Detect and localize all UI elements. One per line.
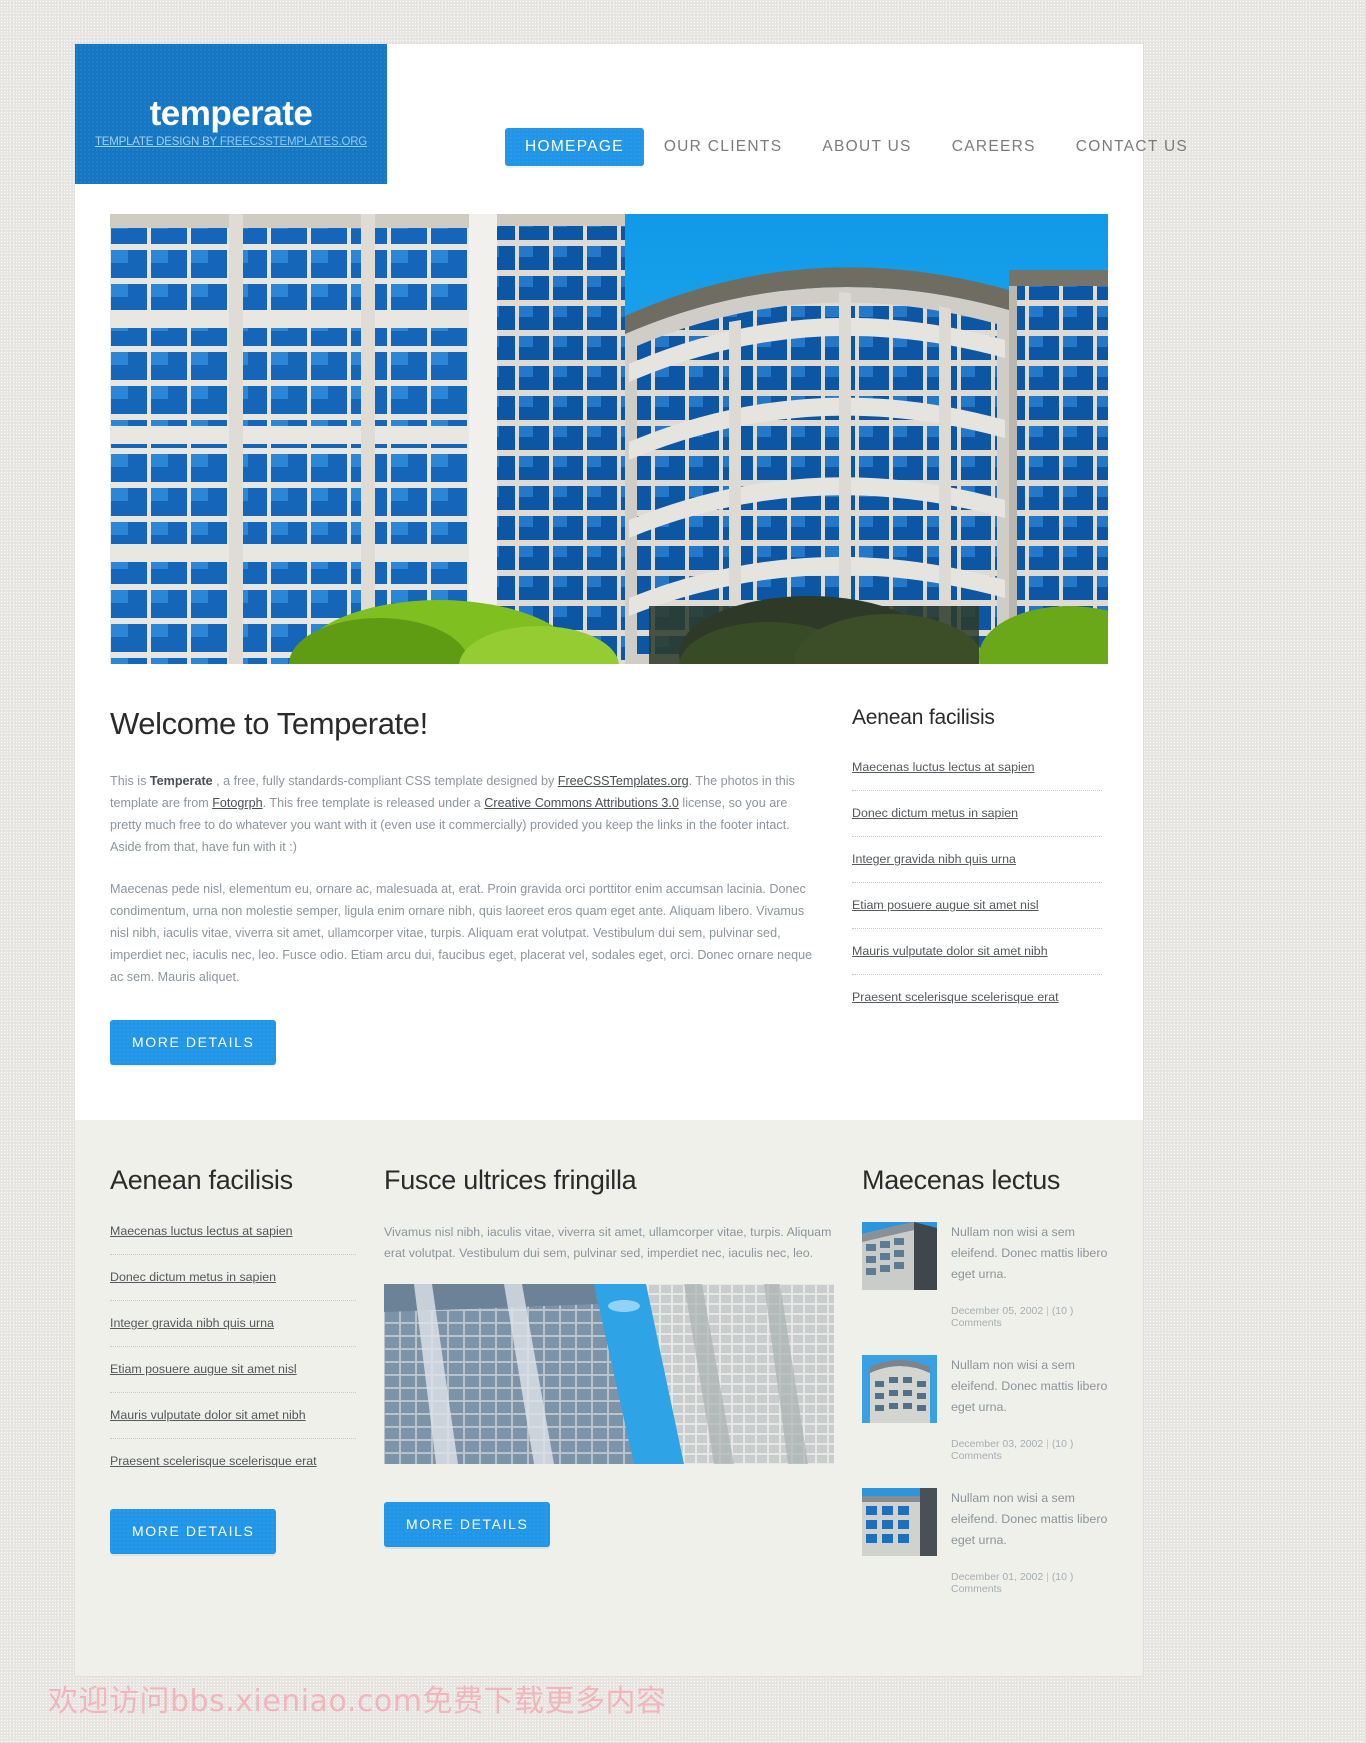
logo-tagline-link[interactable]: FREECSSTEMPLATES.ORG [220, 136, 367, 148]
nav-item-contact-us[interactable]: CONTACT US [1056, 128, 1208, 166]
news-body: Nullam non wisi a sem eleifend. Donec ma… [951, 1488, 1108, 1595]
page-main-area: Welcome to Temperate! This is Temperate … [75, 664, 1143, 1120]
intro-text-a: This is [110, 774, 150, 788]
news-text: Nullam non wisi a sem eleifend. Donec ma… [951, 1358, 1108, 1414]
page-title: Welcome to Temperate! [110, 706, 428, 741]
site-header: temperate TEMPLATE DESIGN BY FREECSSTEMP… [75, 44, 1187, 184]
logo-tagline-prefix: TEMPLATE DESIGN BY [94, 136, 220, 148]
watermark-text: 欢迎访问bbs.xieniao.com免费下载更多内容 [48, 1684, 667, 1719]
sidebar-link-list: Maecenas luctus lectus at sapien Donec d… [852, 758, 1102, 1020]
sidebar-link-6[interactable]: Praesent scelerisque scelerisque erat [852, 990, 1059, 1004]
sidebar-link-5[interactable]: Mauris vulputate dolor sit amet nibh [852, 944, 1048, 958]
list-item: Integer gravida nibh quis urna [110, 1314, 356, 1347]
lower-col1-link-list: Maecenas luctus lectus at sapien Donec d… [110, 1222, 356, 1484]
news-thumbnail [862, 1355, 937, 1423]
main-navigation: HOMEPAGE OUR CLIENTS ABOUT US CAREERS CO… [505, 128, 1208, 166]
more-details-button-main[interactable]: MORE DETAILS [110, 1020, 277, 1065]
lower-col3-title: Maecenas lectus [862, 1165, 1061, 1195]
list-item: Integer gravida nibh quis urna [852, 850, 1102, 883]
news-meta-separator: | [1046, 1305, 1049, 1317]
intro-text-b: , a free, fully standards-compliant CSS … [212, 774, 558, 788]
news-meta-separator: | [1046, 1438, 1049, 1450]
logo-title: temperate [149, 94, 313, 133]
building-thumb-illustration [862, 1355, 937, 1423]
news-meta: December 05, 2002 | (10 ) Comments [951, 1305, 1108, 1329]
list-item: Etiam posuere augue sit amet nisl [110, 1360, 356, 1393]
nav-item-our-clients[interactable]: OUR CLIENTS [644, 128, 803, 166]
site-wrapper: temperate TEMPLATE DESIGN BY FREECSSTEMP… [75, 44, 1187, 1676]
lower-columns-area: Aenean facilisis Maecenas luctus lectus … [75, 1120, 1143, 1676]
nav-item-careers[interactable]: CAREERS [932, 128, 1056, 166]
list-item: Praesent scelerisque scelerisque erat [852, 988, 1102, 1020]
nav-item-homepage[interactable]: HOMEPAGE [505, 128, 644, 166]
sidebar-link-3[interactable]: Integer gravida nibh quis urna [852, 852, 1016, 866]
news-meta-separator: | [1046, 1571, 1049, 1583]
hero-banner-illustration [110, 214, 1108, 664]
news-body: Nullam non wisi a sem eleifend. Donec ma… [951, 1355, 1108, 1462]
intro-paragraph: This is Temperate , a free, fully standa… [110, 770, 822, 858]
lower-link-4[interactable]: Etiam posuere augue sit amet nisl [110, 1362, 297, 1376]
intro-strong: Temperate [149, 774, 213, 788]
news-meta: December 01, 2002 | (10 ) Comments [951, 1571, 1108, 1595]
nav-item-about-us[interactable]: ABOUT US [802, 128, 931, 166]
right-sidebar: Aenean facilisis Maecenas luctus lectus … [852, 706, 1102, 1065]
glass-towers-illustration [384, 1284, 834, 1464]
link-fotogrph[interactable]: Fotogrph [212, 796, 262, 810]
list-item: Maecenas luctus lectus at sapien [852, 758, 1102, 791]
news-date: December 05, 2002 [951, 1305, 1044, 1317]
sidebar-link-2[interactable]: Donec dictum metus in sapien [852, 806, 1018, 820]
lower-column-two: Fusce ultrices fringilla Vivamus nisl ni… [384, 1165, 834, 1621]
lower-col2-text: Vivamus nisl nibh, iaculis vitae, viverr… [384, 1225, 832, 1260]
list-item[interactable]: Nullam non wisi a sem eleifend. Donec ma… [862, 1488, 1108, 1595]
news-text: Nullam non wisi a sem eleifend. Donec ma… [951, 1225, 1108, 1281]
sidebar-link-1[interactable]: Maecenas luctus lectus at sapien [852, 760, 1035, 774]
building-thumb-illustration [862, 1222, 937, 1290]
list-item: Mauris vulputate dolor sit amet nibh [852, 942, 1102, 975]
lower-col1-title: Aenean facilisis [110, 1165, 293, 1195]
list-item: Mauris vulputate dolor sit amet nibh [110, 1406, 356, 1439]
more-details-button-col1[interactable]: MORE DETAILS [110, 1509, 277, 1554]
hero-banner-image [110, 214, 1108, 664]
lower-link-2[interactable]: Donec dictum metus in sapien [110, 1270, 276, 1284]
link-freecsstemplates[interactable]: FreeCSSTemplates.org [558, 774, 689, 788]
lower-column-one: Aenean facilisis Maecenas luctus lectus … [110, 1165, 356, 1621]
building-thumb-illustration [862, 1488, 937, 1556]
news-thumbnail [862, 1488, 937, 1556]
news-body: Nullam non wisi a sem eleifend. Donec ma… [951, 1222, 1108, 1329]
lower-link-3[interactable]: Integer gravida nibh quis urna [110, 1316, 274, 1330]
list-item: Praesent scelerisque scelerisque erat [110, 1452, 356, 1484]
lower-link-6[interactable]: Praesent scelerisque scelerisque erat [110, 1454, 317, 1468]
news-thumbnail [862, 1222, 937, 1290]
intro-text-d: . This free template is released under a [262, 796, 485, 810]
lower-col2-image [384, 1284, 834, 1464]
lower-column-three: Maecenas lectus Nullam non wisi a sem el… [862, 1165, 1108, 1621]
news-date: December 03, 2002 [951, 1438, 1044, 1450]
sidebar-link-4[interactable]: Etiam posuere augue sit amet nisl [852, 898, 1039, 912]
link-creative-commons[interactable]: Creative Commons Attributions 3.0 [484, 796, 679, 810]
main-content-column: Welcome to Temperate! This is Temperate … [110, 706, 822, 1065]
logo-block[interactable]: temperate TEMPLATE DESIGN BY FREECSSTEMP… [75, 44, 387, 184]
news-meta: December 03, 2002 | (10 ) Comments [951, 1438, 1108, 1462]
logo-tagline: TEMPLATE DESIGN BY FREECSSTEMPLATES.ORG [75, 136, 387, 148]
list-item: Maecenas luctus lectus at sapien [110, 1222, 356, 1255]
list-item: Donec dictum metus in sapien [852, 804, 1102, 837]
sidebar-title: Aenean facilisis [852, 706, 995, 729]
news-text: Nullam non wisi a sem eleifend. Donec ma… [951, 1491, 1108, 1547]
list-item: Etiam posuere augue sit amet nisl [852, 896, 1102, 929]
lower-link-1[interactable]: Maecenas luctus lectus at sapien [110, 1224, 293, 1238]
list-item: Donec dictum metus in sapien [110, 1268, 356, 1301]
body-paragraph: Maecenas pede nisl, elementum eu, ornare… [110, 882, 813, 984]
list-item[interactable]: Nullam non wisi a sem eleifend. Donec ma… [862, 1222, 1108, 1329]
lower-link-5[interactable]: Mauris vulputate dolor sit amet nibh [110, 1408, 306, 1422]
more-details-button-col2[interactable]: MORE DETAILS [384, 1502, 551, 1547]
lower-col2-title: Fusce ultrices fringilla [384, 1165, 637, 1195]
list-item[interactable]: Nullam non wisi a sem eleifend. Donec ma… [862, 1355, 1108, 1462]
news-date: December 01, 2002 [951, 1571, 1044, 1583]
